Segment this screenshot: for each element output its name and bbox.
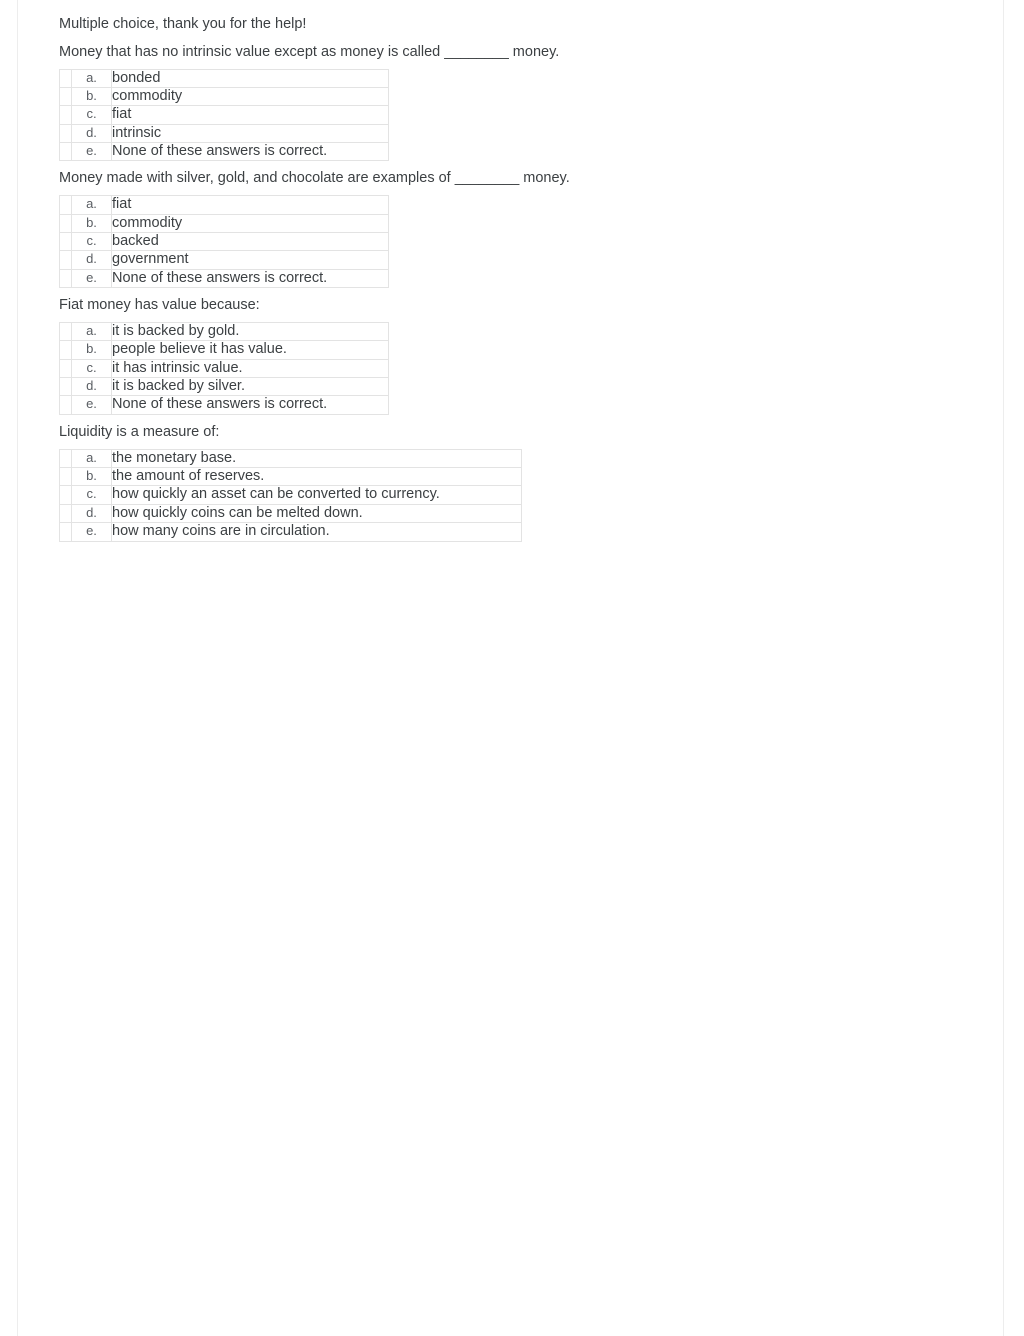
page-left-rule [17,0,18,1336]
choice-letter: b. [71,466,112,487]
row-gutter [59,250,72,270]
row-gutter [59,142,72,162]
choice-letter: d. [71,250,112,270]
row-gutter [59,340,72,360]
choice-letter: b. [71,340,112,360]
row-gutter [59,485,72,505]
choice-text: it has intrinsic value. [111,358,389,379]
table-row[interactable]: c. fiat [59,105,389,125]
row-gutter [59,213,72,233]
row-gutter [59,358,72,379]
question-block-2: Money made with silver, gold, and chocol… [59,168,994,289]
choice-letter: a. [71,195,112,215]
question-block-3: Fiat money has value because: a. it is b… [59,295,994,415]
table-row[interactable]: d. it is backed by silver. [59,377,389,397]
choice-letter: c. [71,231,112,252]
choice-letter: d. [71,123,112,144]
row-gutter [59,86,72,107]
choice-letter: a. [71,448,112,469]
intro-text: Multiple choice, thank you for the help! [59,16,307,32]
question-prompt-4: Liquidity is a measure of: [59,423,220,440]
choice-letter: a. [71,321,112,342]
choice-letter: c. [71,485,112,505]
choice-text: government [111,250,389,270]
document-content: Multiple choice, thank you for the help!… [59,14,994,549]
table-row[interactable]: d. how quickly coins can be melted down. [59,503,522,524]
choice-text: intrinsic [111,123,389,144]
table-row[interactable]: c. backed [59,231,389,252]
choice-letter: c. [71,358,112,379]
choices-table-1: a. bonded b. commodity c. fiat d. intrin… [59,68,389,162]
table-row[interactable]: b. commodity [59,86,389,107]
choice-text: the monetary base. [111,448,522,469]
choice-letter: b. [71,86,112,107]
row-gutter [59,123,72,144]
table-row[interactable]: a. bonded [59,68,389,88]
row-gutter [59,377,72,397]
row-gutter [59,105,72,125]
choice-text: how many coins are in circulation. [111,522,522,542]
choices-table-4: a. the monetary base. b. the amount of r… [59,448,522,542]
choice-text: commodity [111,86,389,107]
question-prompt-1: Money that has no intrinsic value except… [59,43,560,60]
choice-letter: e. [71,268,112,289]
question-prompt-2: Money made with silver, gold, and chocol… [59,170,570,187]
question-prompt-3: Fiat money has value because: [59,297,260,314]
row-gutter [59,448,72,469]
choice-text: the amount of reserves. [111,466,522,487]
choice-letter: e. [71,522,112,542]
choice-text: commodity [111,213,389,233]
row-gutter [59,522,72,542]
choice-text: None of these answers is correct. [111,142,389,162]
question-block-4: Liquidity is a measure of: a. the moneta… [59,422,994,542]
row-gutter [59,195,72,215]
row-gutter [59,321,72,342]
choice-text: None of these answers is correct. [111,395,389,415]
choice-letter: d. [71,377,112,397]
choice-text: it is backed by silver. [111,377,389,397]
table-row[interactable]: e. how many coins are in circulation. [59,522,522,542]
choice-text: None of these answers is correct. [111,268,389,289]
table-row[interactable]: b. commodity [59,213,389,233]
row-gutter [59,503,72,524]
table-row[interactable]: d. intrinsic [59,123,389,144]
row-gutter [59,68,72,88]
row-gutter [59,231,72,252]
choice-text: how quickly an asset can be converted to… [111,485,522,505]
choice-letter: d. [71,503,112,524]
choice-text: fiat [111,195,389,215]
choices-table-3: a. it is backed by gold. b. people belie… [59,321,389,415]
choice-text: how quickly coins can be melted down. [111,503,522,524]
table-row[interactable]: c. it has intrinsic value. [59,358,389,379]
row-gutter [59,395,72,415]
choice-letter: e. [71,142,112,162]
choice-letter: e. [71,395,112,415]
table-row[interactable]: b. the amount of reserves. [59,466,522,487]
table-row[interactable]: c. how quickly an asset can be converted… [59,485,522,505]
choice-letter: c. [71,105,112,125]
choice-text: fiat [111,105,389,125]
table-row[interactable]: a. fiat [59,195,389,215]
choice-letter: b. [71,213,112,233]
choice-text: backed [111,231,389,252]
page-right-rule [1003,0,1004,1336]
choices-table-2: a. fiat b. commodity c. backed d. govern… [59,195,389,289]
row-gutter [59,466,72,487]
table-row[interactable]: b. people believe it has value. [59,340,389,360]
choice-text: bonded [111,68,389,88]
question-block-1: Money that has no intrinsic value except… [59,42,994,162]
choice-letter: a. [71,68,112,88]
table-row[interactable]: d. government [59,250,389,270]
table-row[interactable]: a. it is backed by gold. [59,321,389,342]
table-row[interactable]: a. the monetary base. [59,448,522,469]
table-row[interactable]: e. None of these answers is correct. [59,142,389,162]
choice-text: people believe it has value. [111,340,389,360]
row-gutter [59,268,72,289]
choice-text: it is backed by gold. [111,321,389,342]
table-row[interactable]: e. None of these answers is correct. [59,268,389,289]
table-row[interactable]: e. None of these answers is correct. [59,395,389,415]
